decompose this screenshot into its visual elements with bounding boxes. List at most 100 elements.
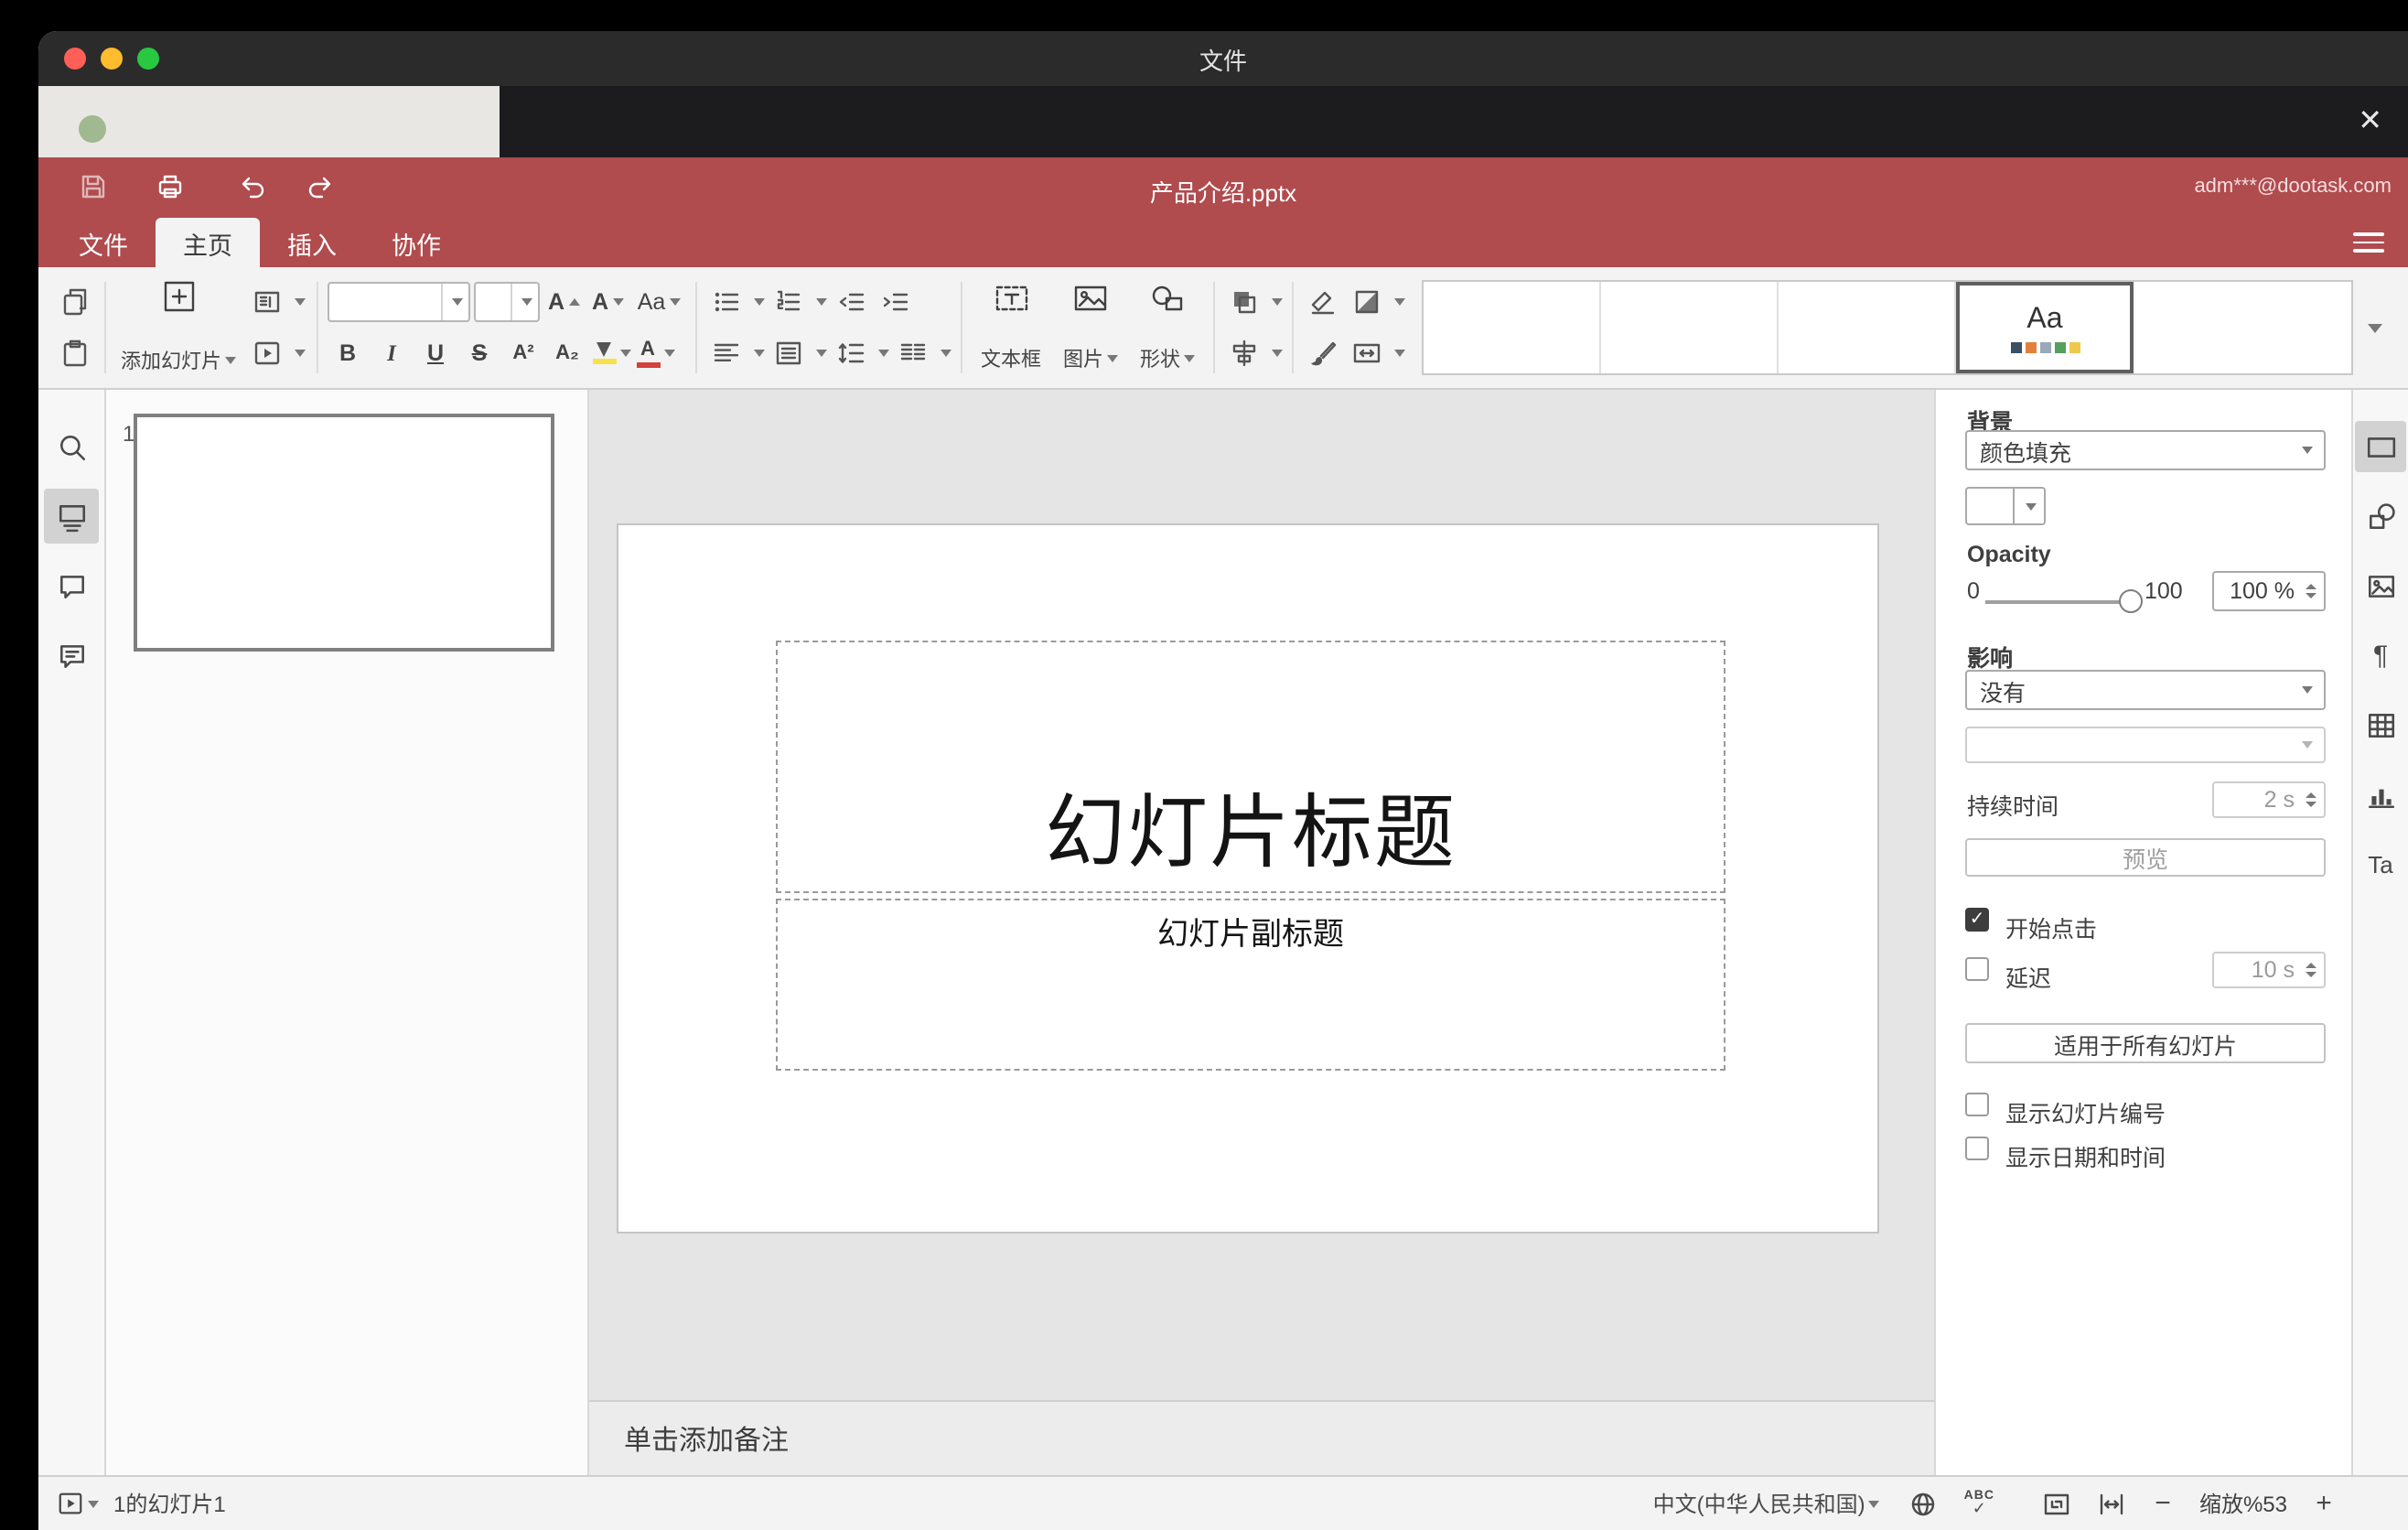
paste-button[interactable] (55, 333, 95, 373)
fit-to-width-button[interactable] (2097, 1489, 2126, 1518)
horizontal-align-button[interactable] (706, 333, 747, 373)
opacity-slider-thumb[interactable] (2119, 589, 2143, 613)
spinner-arrows-icon[interactable] (2302, 792, 2324, 807)
tab-collaboration[interactable]: 协作 (364, 218, 468, 267)
delay-checkbox[interactable]: ✓ (1965, 957, 1989, 981)
line-spacing-button[interactable] (831, 333, 871, 373)
bullets-button[interactable] (706, 282, 747, 322)
decrease-font-button[interactable]: A (587, 282, 628, 322)
add-slide-button[interactable]: 添加幻灯片 (115, 280, 242, 375)
start-slideshow-button[interactable] (247, 333, 287, 373)
slide-subtitle-placeholder[interactable]: 幻灯片副标题 (776, 899, 1725, 1071)
underline-button[interactable]: U (415, 333, 456, 373)
textart-settings-tab[interactable]: Ta (2355, 838, 2406, 889)
color-scheme-button[interactable] (1347, 282, 1387, 322)
transition-variant-select[interactable] (1965, 727, 2326, 763)
show-slide-number-checkbox[interactable]: ✓ (1965, 1093, 1989, 1116)
delay-input[interactable]: 10 s (2212, 952, 2326, 988)
font-size-select[interactable] (474, 282, 540, 322)
copy-button[interactable] (55, 282, 95, 322)
menu-hamburger-icon[interactable] (2353, 232, 2384, 253)
spinner-arrows-icon[interactable] (2302, 584, 2324, 598)
zoom-in-button[interactable]: + (2309, 1488, 2338, 1519)
duration-input[interactable]: 2 s (2212, 781, 2326, 818)
theme-thumbnail-2[interactable] (1601, 282, 1779, 373)
increase-font-button[interactable]: A (543, 282, 584, 322)
highlight-color-button[interactable] (591, 333, 631, 373)
columns-button[interactable] (893, 333, 933, 373)
background-color-picker[interactable] (1965, 487, 2046, 525)
save-button[interactable] (71, 168, 115, 205)
slide-size-button[interactable] (1347, 333, 1387, 373)
insert-image-button[interactable]: 图片 (1054, 280, 1127, 375)
font-name-select[interactable] (328, 282, 470, 322)
slide-settings-tab[interactable] (2355, 421, 2406, 472)
undo-button[interactable] (231, 168, 274, 205)
theme-thumbnail-3[interactable] (1779, 282, 1956, 373)
numbering-button[interactable] (769, 282, 809, 322)
chat-button[interactable] (44, 628, 99, 683)
language-selector[interactable]: 中文(中华人民共和国) (1653, 1488, 1880, 1519)
background-fill-select[interactable]: 颜色填充 (1965, 430, 2326, 470)
arrange-shape-button[interactable] (1224, 282, 1264, 322)
search-button[interactable] (44, 419, 99, 474)
font-color-button[interactable]: A (635, 333, 675, 373)
slide-1-thumbnail[interactable] (134, 414, 554, 652)
change-layout-button[interactable] (247, 282, 287, 322)
show-datetime-checkbox[interactable]: ✓ (1965, 1137, 1989, 1160)
transition-effect-select[interactable]: 没有 (1965, 670, 2326, 710)
slide-title-placeholder[interactable]: 幻灯片标题 (776, 641, 1725, 893)
decrease-indent-button[interactable] (831, 282, 871, 322)
redo-button[interactable] (298, 168, 342, 205)
window-minimize-button[interactable] (101, 48, 123, 70)
clear-style-button[interactable] (1303, 282, 1343, 322)
copy-style-button[interactable] (1303, 333, 1343, 373)
paragraph-settings-tab[interactable]: ¶ (2355, 630, 2406, 681)
increase-indent-button[interactable] (875, 282, 915, 322)
opacity-slider-track[interactable] (1985, 600, 2132, 604)
align-shape-button[interactable] (1224, 333, 1264, 373)
slide-thumbnails-panel: 1 (106, 390, 589, 1475)
image-settings-tab[interactable] (2355, 560, 2406, 611)
tab-file[interactable]: 文件 (51, 218, 156, 267)
insert-textbox-button[interactable]: 文本框 (972, 280, 1050, 375)
chevron-down-icon (511, 284, 538, 320)
preview-button[interactable]: 预览 (1965, 838, 2326, 877)
start-slideshow-status-button[interactable] (57, 1490, 99, 1517)
theme-gallery-expand-button[interactable] (2353, 280, 2393, 375)
close-editor-button[interactable]: ✕ (2358, 106, 2382, 136)
theme-thumbnail-4-selected[interactable]: Aa (1956, 282, 2134, 373)
window-close-button[interactable] (64, 48, 86, 70)
theme-thumbnail-1[interactable] (1424, 282, 1601, 373)
insert-shape-button[interactable]: 形状 (1131, 280, 1204, 375)
vertical-align-button[interactable] (769, 333, 809, 373)
document-language-button[interactable] (1909, 1489, 1939, 1518)
change-case-button[interactable]: Aa (631, 282, 686, 322)
tab-home[interactable]: 主页 (156, 218, 260, 267)
superscript-button[interactable]: A² (503, 333, 543, 373)
strikethrough-button[interactable]: S (459, 333, 500, 373)
spellcheck-button[interactable]: ABC ✓ (1964, 1490, 1994, 1517)
zoom-out-button[interactable]: − (2148, 1488, 2177, 1519)
fit-to-slide-button[interactable] (2042, 1489, 2071, 1518)
italic-button[interactable]: I (371, 333, 412, 373)
comments-button[interactable] (44, 558, 99, 613)
table-settings-tab[interactable] (2355, 699, 2406, 750)
window-zoom-button[interactable] (137, 48, 159, 70)
subscript-button[interactable]: A₂ (547, 333, 587, 373)
chart-settings-tab[interactable] (2355, 769, 2406, 820)
chevron-down-icon (816, 298, 827, 306)
shape-settings-tab[interactable] (2355, 490, 2406, 542)
print-button[interactable] (148, 168, 192, 205)
slides-panel-button[interactable] (44, 489, 99, 544)
spinner-arrows-icon[interactable] (2302, 963, 2324, 977)
opacity-spinner[interactable]: 100 % (2212, 571, 2326, 611)
apply-to-all-slides-button[interactable]: 适用于所有幻灯片 (1965, 1023, 2326, 1063)
notes-area[interactable]: 单击添加备注 (589, 1400, 1934, 1475)
slide-surface[interactable]: 幻灯片标题 幻灯片副标题 (617, 523, 1879, 1234)
effect-section-label: 影响 (1967, 646, 2014, 672)
theme-thumbnail-5[interactable] (2134, 282, 2351, 373)
start-on-click-checkbox[interactable]: ✓ (1965, 908, 1989, 932)
tab-insert[interactable]: 插入 (260, 218, 364, 267)
bold-button[interactable]: B (328, 333, 368, 373)
